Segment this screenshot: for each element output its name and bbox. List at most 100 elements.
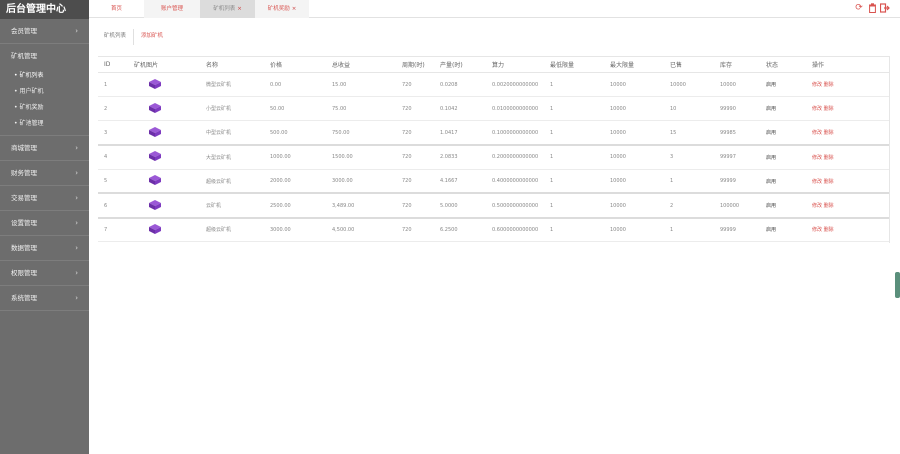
- sidebar-item-miner-list[interactable]: • 矿机列表: [0, 68, 89, 84]
- top-tab-bar: 首页 账户管理 矿机列表 × 矿机奖励 × ⟳: [89, 0, 900, 18]
- cell-stock: 99985: [714, 120, 760, 147]
- column-header: 产量(时): [434, 56, 486, 73]
- sidebar-item-miner-rewards[interactable]: • 矿机奖励: [0, 100, 89, 116]
- cell-power: 0.2000000000000: [486, 145, 544, 170]
- menu-group-data[interactable]: 数据管理 ›: [0, 236, 89, 261]
- cell-sold: 10000: [664, 72, 714, 98]
- cell-max: 10000: [604, 72, 664, 98]
- cell-revenue: 750.00: [326, 120, 396, 147]
- cell-action[interactable]: 修改 删除: [806, 217, 890, 243]
- cell-output: 0.1042: [434, 96, 486, 122]
- column-header: 算力: [486, 56, 544, 73]
- chevron-right-icon: ›: [75, 219, 78, 227]
- table-right-border: [889, 56, 890, 243]
- cell-status: 启用: [760, 145, 806, 170]
- cell-action[interactable]: 修改 删除: [806, 193, 890, 219]
- close-icon[interactable]: ×: [237, 6, 242, 12]
- cell-cycle: 720: [396, 217, 434, 243]
- cell-stock: 10000: [714, 72, 760, 98]
- cell-id: 1: [98, 72, 128, 98]
- menu-group-settings[interactable]: 设置管理 ›: [0, 211, 89, 236]
- column-header: 已售: [664, 56, 714, 73]
- product-image-cell: [128, 145, 200, 170]
- table-row: 7 超级云矿机 3000.00 4,500.00 720 6.2500 0.60000000…: [98, 217, 890, 243]
- cell-action[interactable]: 修改 删除: [806, 145, 890, 170]
- cell-output: 5.0000: [434, 193, 486, 219]
- cell-output: 6.2500: [434, 217, 486, 243]
- chevron-right-icon: ›: [75, 169, 78, 177]
- cell-status: 启用: [760, 72, 806, 98]
- trash-icon[interactable]: [867, 3, 877, 13]
- tab-label: 首页: [110, 6, 122, 12]
- column-header: 矿机图片: [128, 56, 200, 73]
- cell-cycle: 720: [396, 96, 434, 122]
- tab-home[interactable]: 首页: [89, 0, 144, 18]
- menu-label: 数据管理: [11, 244, 37, 252]
- menu-label: 交易管理: [11, 194, 37, 202]
- logout-icon[interactable]: [879, 3, 890, 13]
- cell-id: 4: [98, 145, 128, 170]
- menu-group-system[interactable]: 系统管理 ›: [0, 286, 89, 311]
- chevron-right-icon: ›: [75, 294, 78, 302]
- cell-cycle: 720: [396, 120, 434, 147]
- cell-output: 1.0417: [434, 120, 486, 147]
- cell-name: 小型云矿机: [200, 96, 264, 122]
- chevron-right-icon: ›: [75, 144, 78, 152]
- miner-table-wrapper: ID 矿机图片 名称 价格 总收益 周期(时) 产量(时) 算力 最低限量 最大限量 已售 库存 状态操…: [98, 56, 890, 243]
- refresh-icon[interactable]: ⟳: [854, 3, 864, 13]
- menu-label: 商城管理: [11, 144, 37, 152]
- sidebar-item-user-miners[interactable]: • 用户矿机: [0, 84, 89, 100]
- cell-power: 0.6000000000000: [486, 217, 544, 243]
- cell-name: 微型云矿机: [200, 72, 264, 98]
- cell-cycle: 720: [396, 145, 434, 170]
- cell-action[interactable]: 修改 删除: [806, 169, 890, 195]
- cell-action[interactable]: 修改 删除: [806, 120, 890, 147]
- cell-output: 0.0208: [434, 72, 486, 98]
- cell-stock: 99999: [714, 217, 760, 243]
- menu-group-permissions[interactable]: 权限管理 ›: [0, 261, 89, 286]
- cell-revenue: 75.00: [326, 96, 396, 122]
- cell-action[interactable]: 修改 删除: [806, 96, 890, 122]
- miner-image: [148, 199, 162, 210]
- tab-miner-list[interactable]: 矿机列表 ×: [200, 0, 255, 18]
- menu-group-miners[interactable]: 矿机管理 • 矿机列表 • 用户矿机 • 矿机奖励 • 矿池管理: [0, 44, 89, 136]
- cell-revenue: 1500.00: [326, 145, 396, 170]
- close-icon[interactable]: ×: [292, 6, 297, 12]
- menu-label: 设置管理: [11, 219, 37, 227]
- cell-action[interactable]: 修改 删除: [806, 72, 890, 98]
- miner-image: [148, 223, 162, 234]
- column-header: 价格: [264, 56, 326, 73]
- column-header: 最低限量: [544, 56, 604, 73]
- table-row: 4 大型云矿机 1000.00 1500.00 720 2.0833 0.200000000…: [98, 145, 890, 170]
- menu-group-finance[interactable]: 财务管理 ›: [0, 161, 89, 186]
- table-row: 3 中型云矿机 500.00 750.00 720 1.0417 0.10000000000…: [98, 120, 890, 147]
- menu-group-trade[interactable]: 交易管理 ›: [0, 186, 89, 211]
- chevron-right-icon: ›: [75, 244, 78, 252]
- cell-status: 启用: [760, 96, 806, 122]
- cell-max: 10000: [604, 145, 664, 170]
- cell-name: 超级云矿机: [200, 217, 264, 243]
- tab-account[interactable]: 账户管理: [144, 0, 200, 18]
- cell-max: 10000: [604, 96, 664, 122]
- tab-list[interactable]: 矿机列表: [97, 29, 135, 45]
- cell-power: 0.0100000000000: [486, 96, 544, 122]
- menu-label: 矿机管理: [11, 52, 37, 60]
- tab-miner-rewards[interactable]: 矿机奖励 ×: [255, 0, 309, 18]
- table-row: 6 云矿机 2500.00 3,489.00 720 5.0000 0.5000000000…: [98, 193, 890, 219]
- menu-group-members[interactable]: 会员管理 ›: [0, 19, 89, 44]
- menu-label: 权限管理: [11, 269, 37, 277]
- scroll-handle[interactable]: [895, 272, 900, 298]
- table-row: 5 超级云矿机 2000.00 3000.00 720 4.1667 0.400000000…: [98, 169, 890, 195]
- tab-label: 矿机奖励: [267, 6, 290, 12]
- column-header: 周期(时): [396, 56, 434, 73]
- product-image-cell: [128, 169, 200, 195]
- tab-add-miner[interactable]: 添加矿机: [134, 29, 170, 45]
- product-image-cell: [128, 217, 200, 243]
- cell-max: 10000: [604, 193, 664, 219]
- cell-revenue: 15.00: [326, 72, 396, 98]
- cell-cycle: 720: [396, 193, 434, 219]
- menu-group-shop[interactable]: 商城管理 ›: [0, 136, 89, 161]
- cell-price: 0.00: [264, 72, 326, 98]
- sidebar-item-pool[interactable]: • 矿池管理: [0, 116, 89, 132]
- cell-sold: 3: [664, 145, 714, 170]
